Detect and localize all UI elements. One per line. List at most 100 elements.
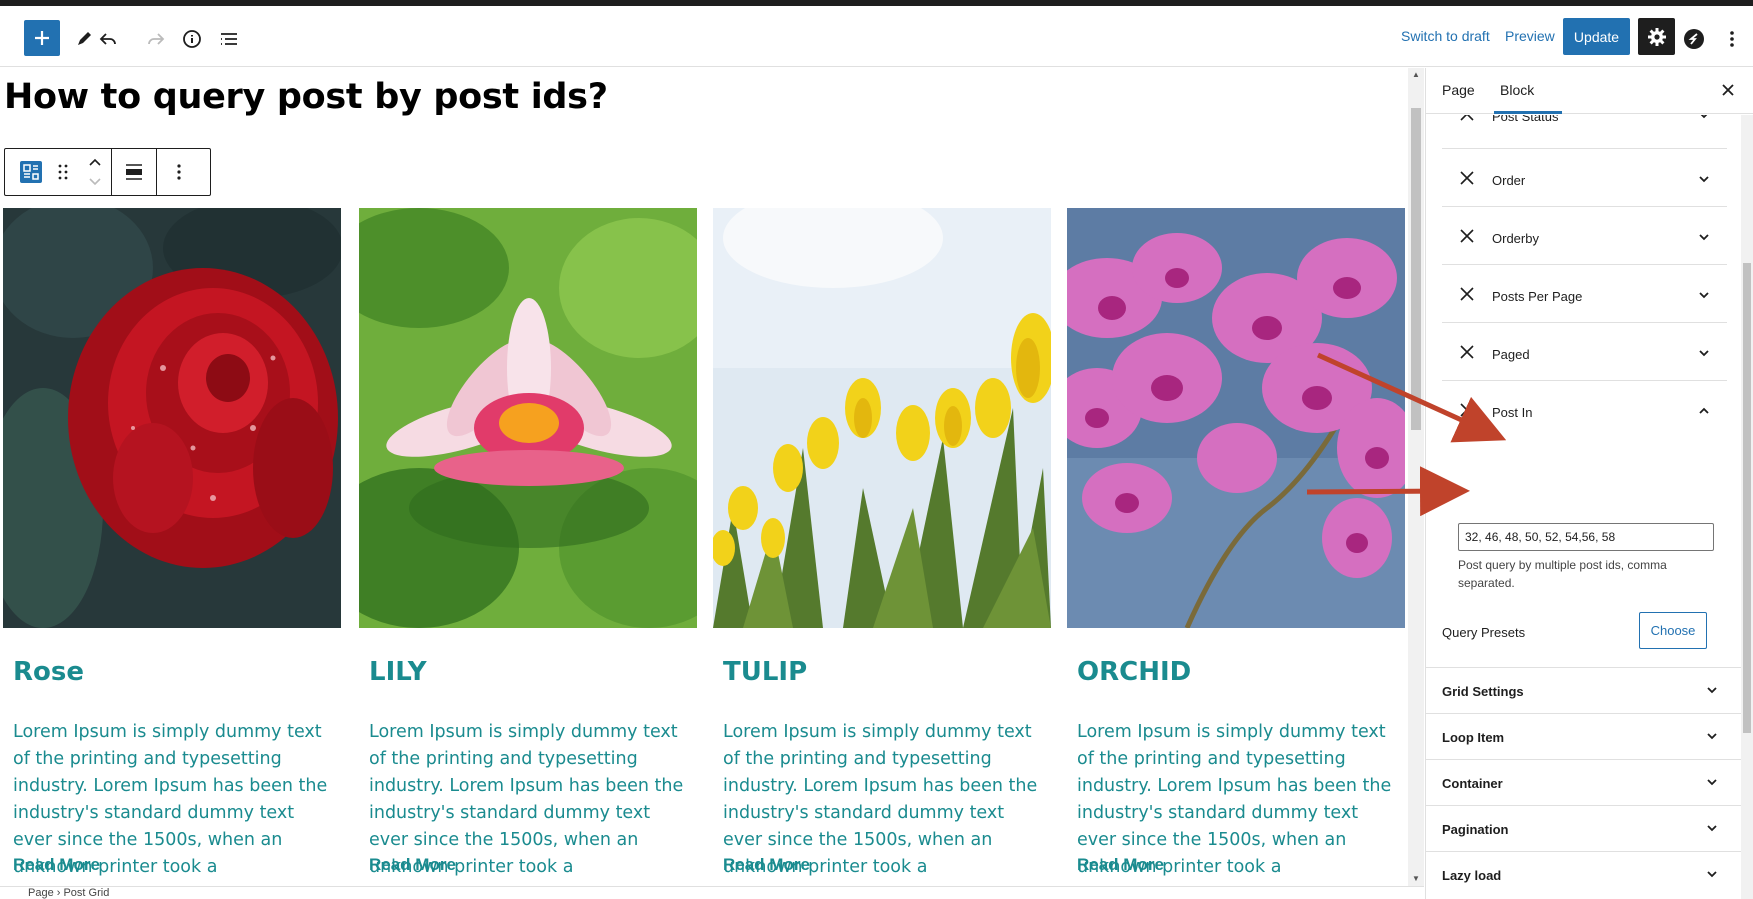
query-row-posts-per-page[interactable]: Posts Per Page (1442, 265, 1727, 323)
query-presets-label: Query Presets (1442, 625, 1526, 640)
grid-block-icon (20, 161, 42, 183)
post-in-input[interactable]: 32, 46, 48, 50, 52, 54,56, 58 (1458, 523, 1714, 551)
plus-icon (35, 31, 49, 45)
panel-grid-settings[interactable]: Grid Settings (1426, 667, 1743, 713)
scroll-up-icon[interactable]: ▲ (1412, 70, 1420, 79)
list-view-icon (221, 33, 237, 45)
query-row-order[interactable]: Order (1442, 149, 1727, 207)
align-wide-icon (126, 164, 142, 180)
editor-scroll-thumb[interactable] (1411, 108, 1421, 430)
details-button[interactable] (174, 21, 210, 57)
chevron-down-icon (1707, 733, 1717, 740)
sidebar-content: Post Status Order Orderby Posts Per Page… (1426, 115, 1743, 899)
more-vertical-icon (1730, 31, 1734, 47)
settings-button[interactable] (1638, 18, 1675, 55)
gear-icon (1647, 27, 1666, 46)
post-in-help-text: Post query by multiple post ids, comma s… (1458, 558, 1667, 590)
card-title[interactable]: ORCHID (1077, 657, 1191, 687)
choose-preset-button[interactable]: Choose (1639, 612, 1707, 649)
tulip-image[interactable] (713, 208, 1051, 628)
query-row-post-in[interactable]: Post In (1442, 381, 1727, 439)
chevron-down-icon (1707, 687, 1717, 694)
query-row-label: Posts Per Page (1492, 289, 1583, 304)
read-more-link[interactable]: Read More (13, 855, 100, 875)
post-title[interactable]: How to query post by post ids? (4, 77, 608, 117)
scroll-down-icon[interactable]: ▼ (1412, 874, 1420, 883)
post-card: Rose Lorem Ipsum is simply dummy text of… (3, 208, 341, 877)
chevron-up-icon (1699, 407, 1709, 414)
query-row-paged[interactable]: Paged (1442, 323, 1727, 381)
panel-lazy-load[interactable]: Lazy load (1426, 851, 1743, 897)
redo-icon (148, 33, 165, 45)
read-more-link[interactable]: Read More (369, 855, 456, 875)
card-title[interactable]: TULIP (723, 657, 807, 687)
remove-icon[interactable] (1460, 287, 1474, 301)
remove-icon[interactable] (1460, 171, 1474, 185)
undo-button[interactable] (90, 21, 126, 57)
drag-handle-icon (58, 164, 68, 180)
move-up-down-button[interactable] (79, 149, 111, 195)
block-type-button[interactable] (15, 149, 47, 195)
card-title[interactable]: Rose (13, 657, 84, 687)
chevron-down-icon (1699, 350, 1709, 357)
panel-label: Lazy load (1442, 868, 1502, 883)
more-vertical-icon (177, 164, 181, 180)
post-card: ORCHID Lorem Ipsum is simply dummy text … (1067, 208, 1405, 877)
chevron-down-icon (1707, 779, 1717, 786)
close-icon (1722, 84, 1734, 96)
tab-block[interactable]: Block (1500, 82, 1534, 98)
query-row-orderby[interactable]: Orderby (1442, 207, 1727, 265)
query-row-label: Paged (1492, 347, 1530, 362)
block-options-button[interactable] (163, 149, 195, 195)
editor-scrollbar[interactable]: ▲ ▼ (1408, 68, 1424, 886)
editor-header: Switch to draft Preview Update (0, 6, 1753, 67)
update-button[interactable]: Update (1563, 18, 1630, 55)
info-icon (183, 30, 201, 48)
remove-icon[interactable] (1460, 229, 1474, 243)
read-more-link[interactable]: Read More (723, 855, 810, 875)
lily-image[interactable] (359, 208, 697, 628)
tab-page[interactable]: Page (1442, 82, 1475, 98)
remove-icon[interactable] (1460, 403, 1474, 417)
plugin-icon (1684, 29, 1704, 49)
chevron-down-icon (1699, 176, 1709, 183)
panel-loop-item[interactable]: Loop Item (1426, 713, 1743, 759)
panel-container[interactable]: Container (1426, 759, 1743, 805)
close-sidebar-button[interactable] (1716, 78, 1740, 102)
list-view-button[interactable] (211, 21, 247, 57)
preview-link[interactable]: Preview (1505, 28, 1555, 44)
orchid-image[interactable] (1067, 208, 1405, 628)
query-row-post-status[interactable]: Post Status (1442, 115, 1727, 149)
query-row-label: Post In (1492, 405, 1533, 420)
remove-icon[interactable] (1460, 115, 1474, 121)
plugin-button[interactable] (1676, 21, 1712, 57)
read-more-link[interactable]: Read More (1077, 855, 1164, 875)
chevron-down-icon (1707, 825, 1717, 832)
undo-icon (99, 33, 116, 45)
sidebar-scrollbar[interactable] (1741, 115, 1753, 899)
chevron-down-icon (1700, 115, 1708, 119)
query-row-label: Order (1492, 173, 1526, 188)
align-button[interactable] (118, 149, 150, 195)
sidebar-scroll-thumb[interactable] (1743, 263, 1751, 733)
query-row-label: Post Status (1492, 115, 1559, 124)
drag-handle[interactable] (47, 149, 79, 195)
settings-sidebar: Page Block Post Status Order Orderby Pos… (1425, 68, 1753, 899)
post-card: LILY Lorem Ipsum is simply dummy text of… (359, 208, 697, 877)
remove-icon[interactable] (1460, 345, 1474, 359)
card-title[interactable]: LILY (369, 657, 427, 687)
sidebar-tabs: Page Block (1426, 68, 1753, 114)
chevron-down-icon (1707, 871, 1717, 878)
panel-label: Container (1442, 776, 1503, 791)
add-block-button[interactable] (24, 20, 60, 56)
query-row-label: Orderby (1492, 231, 1539, 246)
active-tab-indicator (1494, 111, 1562, 114)
rose-image[interactable] (3, 208, 341, 628)
panel-pagination[interactable]: Pagination (1426, 805, 1743, 851)
redo-button[interactable] (138, 21, 174, 57)
switch-to-draft-link[interactable]: Switch to draft (1401, 28, 1490, 44)
block-breadcrumb[interactable]: Page › Post Grid (0, 886, 1424, 899)
editor-canvas: How to query post by post ids? Rose Lore… (0, 68, 1408, 886)
options-button[interactable] (1717, 21, 1747, 57)
block-toolbar (4, 148, 211, 196)
